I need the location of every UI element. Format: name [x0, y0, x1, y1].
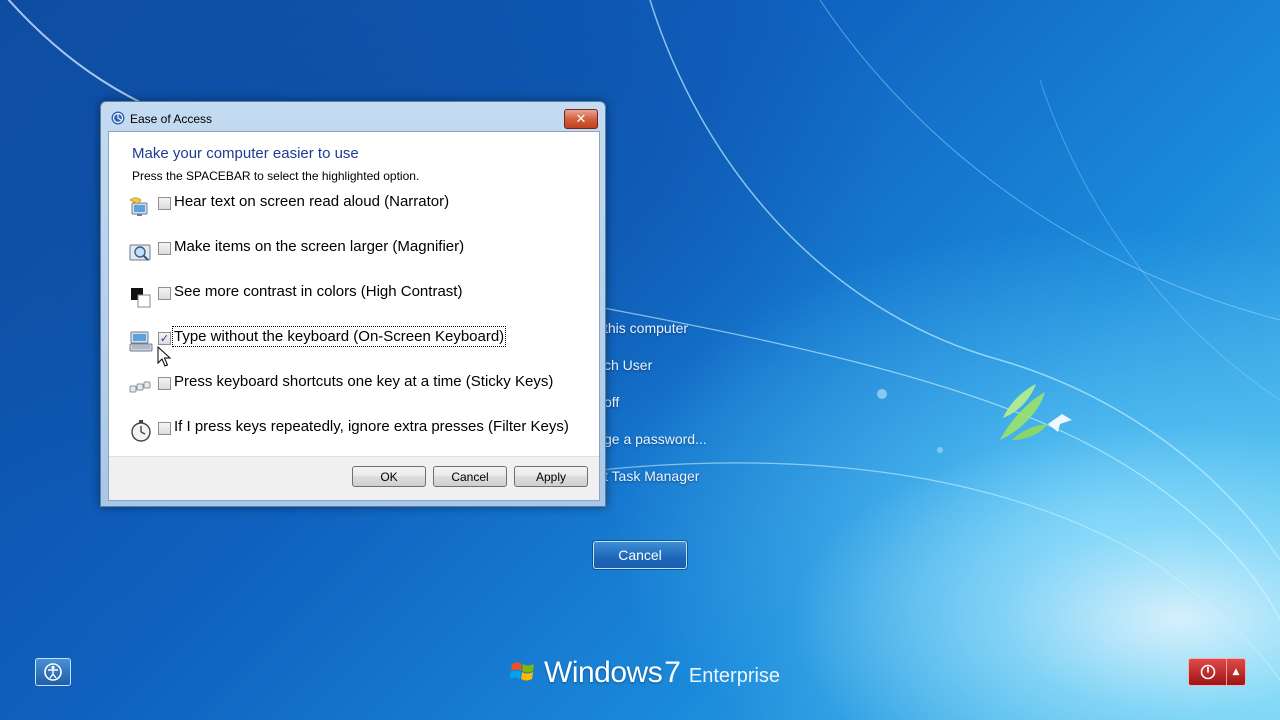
sticky-keys-icon — [129, 381, 151, 393]
sticky-keys-checkbox[interactable] — [158, 377, 171, 390]
windows-edition: Enterprise — [688, 665, 781, 687]
narrator-checkbox[interactable] — [158, 197, 171, 210]
power-button[interactable] — [1189, 659, 1227, 685]
narrator-icon — [129, 197, 148, 216]
high-contrast-checkbox[interactable] — [158, 287, 171, 300]
close-button[interactable]: ✕ — [564, 109, 598, 129]
ease-of-access-icon — [44, 663, 62, 681]
magnifier-label[interactable]: Make items on the screen larger (Magnifi… — [174, 238, 464, 255]
high-contrast-icon — [131, 288, 151, 308]
narrator-label[interactable]: Hear text on screen read aloud (Narrator… — [174, 193, 449, 210]
option-high-contrast[interactable]: See more contrast in colors (High Contra… — [129, 282, 589, 312]
dialog-heading: Make your computer easier to use — [132, 145, 359, 162]
filter-keys-icon — [131, 420, 151, 442]
dialog-instruction: Press the SPACEBAR to select the highlig… — [132, 169, 420, 183]
leaf-bird-decoration — [877, 384, 1072, 453]
dialog-content: Make your computer easier to use Press t… — [108, 131, 600, 501]
mouse-cursor-icon — [157, 346, 171, 367]
filter-keys-checkbox[interactable] — [158, 422, 171, 435]
option-filter-keys[interactable]: If I press keys repeatedly, ignore extra… — [129, 417, 589, 447]
cancel-button[interactable]: Cancel — [433, 466, 507, 487]
magnifier-icon — [129, 244, 151, 261]
ease-of-access-title-icon — [110, 110, 126, 126]
option-narrator[interactable]: Hear text on screen read aloud (Narrator… — [129, 192, 589, 222]
dialog-title: Ease of Access — [130, 112, 213, 126]
shutdown-button[interactable]: ▲ — [1188, 658, 1246, 686]
power-icon — [1200, 664, 1215, 680]
ease-of-access-dialog: Ease of Access ✕ Make your computer easi… — [100, 101, 606, 507]
switch-user-option[interactable]: ch User — [604, 357, 652, 373]
dialog-footer: OK Cancel Apply — [109, 456, 599, 500]
magnifier-checkbox[interactable] — [158, 242, 171, 255]
option-magnifier[interactable]: Make items on the screen larger (Magnifi… — [129, 237, 589, 267]
on-screen-keyboard-label[interactable]: Type without the keyboard (On-Screen Key… — [171, 326, 507, 347]
on-screen-keyboard-checkbox[interactable]: ✓ — [158, 332, 171, 345]
start-task-manager-option[interactable]: t Task Manager — [604, 468, 699, 484]
ok-button[interactable]: OK — [352, 466, 426, 487]
shutdown-options-arrow-icon[interactable]: ▲ — [1227, 659, 1245, 685]
sticky-keys-label[interactable]: Press keyboard shortcuts one key at a ti… — [174, 373, 553, 390]
windows-flag-icon — [510, 662, 534, 681]
ease-of-access-button[interactable] — [35, 658, 71, 686]
windows-version: 7 — [664, 656, 681, 689]
log-off-option[interactable]: off — [604, 394, 619, 410]
filter-keys-label[interactable]: If I press keys repeatedly, ignore extra… — [174, 418, 569, 435]
option-sticky-keys[interactable]: Press keyboard shortcuts one key at a ti… — [129, 372, 589, 402]
windows-wordmark: Windows — [544, 656, 663, 689]
keyboard-icon — [129, 331, 153, 352]
checkmark-icon: ✓ — [159, 332, 170, 345]
lock-computer-option[interactable]: this computer — [604, 320, 688, 336]
close-icon: ✕ — [575, 111, 587, 127]
dialog-titlebar[interactable]: Ease of Access ✕ — [101, 102, 605, 132]
high-contrast-label[interactable]: See more contrast in colors (High Contra… — [174, 283, 462, 300]
option-on-screen-keyboard[interactable]: ✓ Type without the keyboard (On-Screen K… — [129, 326, 589, 357]
change-password-option[interactable]: ge a password... — [604, 431, 707, 447]
windows-branding: Windows 7 Enterprise — [510, 656, 780, 690]
security-cancel-button[interactable]: Cancel — [593, 541, 687, 569]
apply-button[interactable]: Apply — [514, 466, 588, 487]
